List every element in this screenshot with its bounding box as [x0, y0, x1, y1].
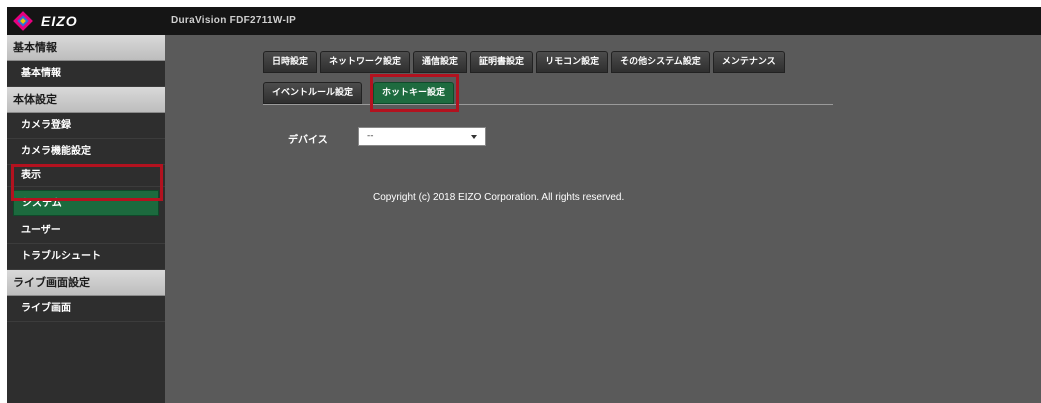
tab-maintenance[interactable]: メンテナンス [712, 51, 785, 73]
eizo-logo-icon [11, 10, 35, 32]
sidebar-item-camera-function[interactable]: カメラ機能設定 [7, 139, 165, 165]
sidebar-item-troubleshoot[interactable]: トラブルシュート [7, 244, 165, 270]
tab-datetime[interactable]: 日時設定 [263, 51, 318, 73]
top-bar: EIZO DuraVision FDF2711W-IP [7, 7, 1041, 35]
tab-communication[interactable]: 通信設定 [413, 51, 468, 73]
sidebar-item-live-screen[interactable]: ライブ画面 [7, 296, 165, 322]
tab-other-system[interactable]: その他システム設定 [611, 51, 710, 73]
model-name: DuraVision FDF2711W-IP [171, 15, 297, 26]
device-select[interactable]: -- [358, 127, 486, 146]
tab-event-rule[interactable]: イベントルール設定 [263, 82, 363, 104]
logo-text: EIZO [41, 13, 78, 29]
sidebar-item-users[interactable]: ユーザー [7, 218, 165, 244]
tab-divider [263, 104, 833, 105]
tabs-row-1: 日時設定 ネットワーク設定 通信設定 証明書設定 リモコン設定 その他システム設… [263, 51, 785, 73]
brand-logo: EIZO [7, 7, 165, 35]
device-select-value: -- [367, 131, 374, 141]
tab-highlight-frame [370, 74, 459, 112]
tab-remote[interactable]: リモコン設定 [536, 51, 609, 73]
device-label: デバイス [288, 135, 328, 146]
sidebar-section-live-settings[interactable]: ライブ画面設定 [7, 270, 165, 296]
tab-certificate[interactable]: 証明書設定 [470, 51, 534, 73]
tab-network[interactable]: ネットワーク設定 [320, 51, 411, 73]
app-frame: EIZO DuraVision FDF2711W-IP 基本情報 基本情報 本体… [7, 7, 1041, 403]
sidebar-highlight-frame [11, 164, 163, 201]
copyright-text: Copyright (c) 2018 EIZO Corporation. All… [373, 192, 625, 203]
sidebar-item-camera-registration[interactable]: カメラ登録 [7, 113, 165, 139]
sidebar-item-basic-info[interactable]: 基本情報 [7, 61, 165, 87]
sidebar: 基本情報 基本情報 本体設定 カメラ登録 カメラ機能設定 表示 システム ユーザ… [7, 35, 165, 403]
sidebar-section-device-settings[interactable]: 本体設定 [7, 87, 165, 113]
chevron-down-icon [471, 135, 477, 139]
sidebar-section-basic-info[interactable]: 基本情報 [7, 35, 165, 61]
